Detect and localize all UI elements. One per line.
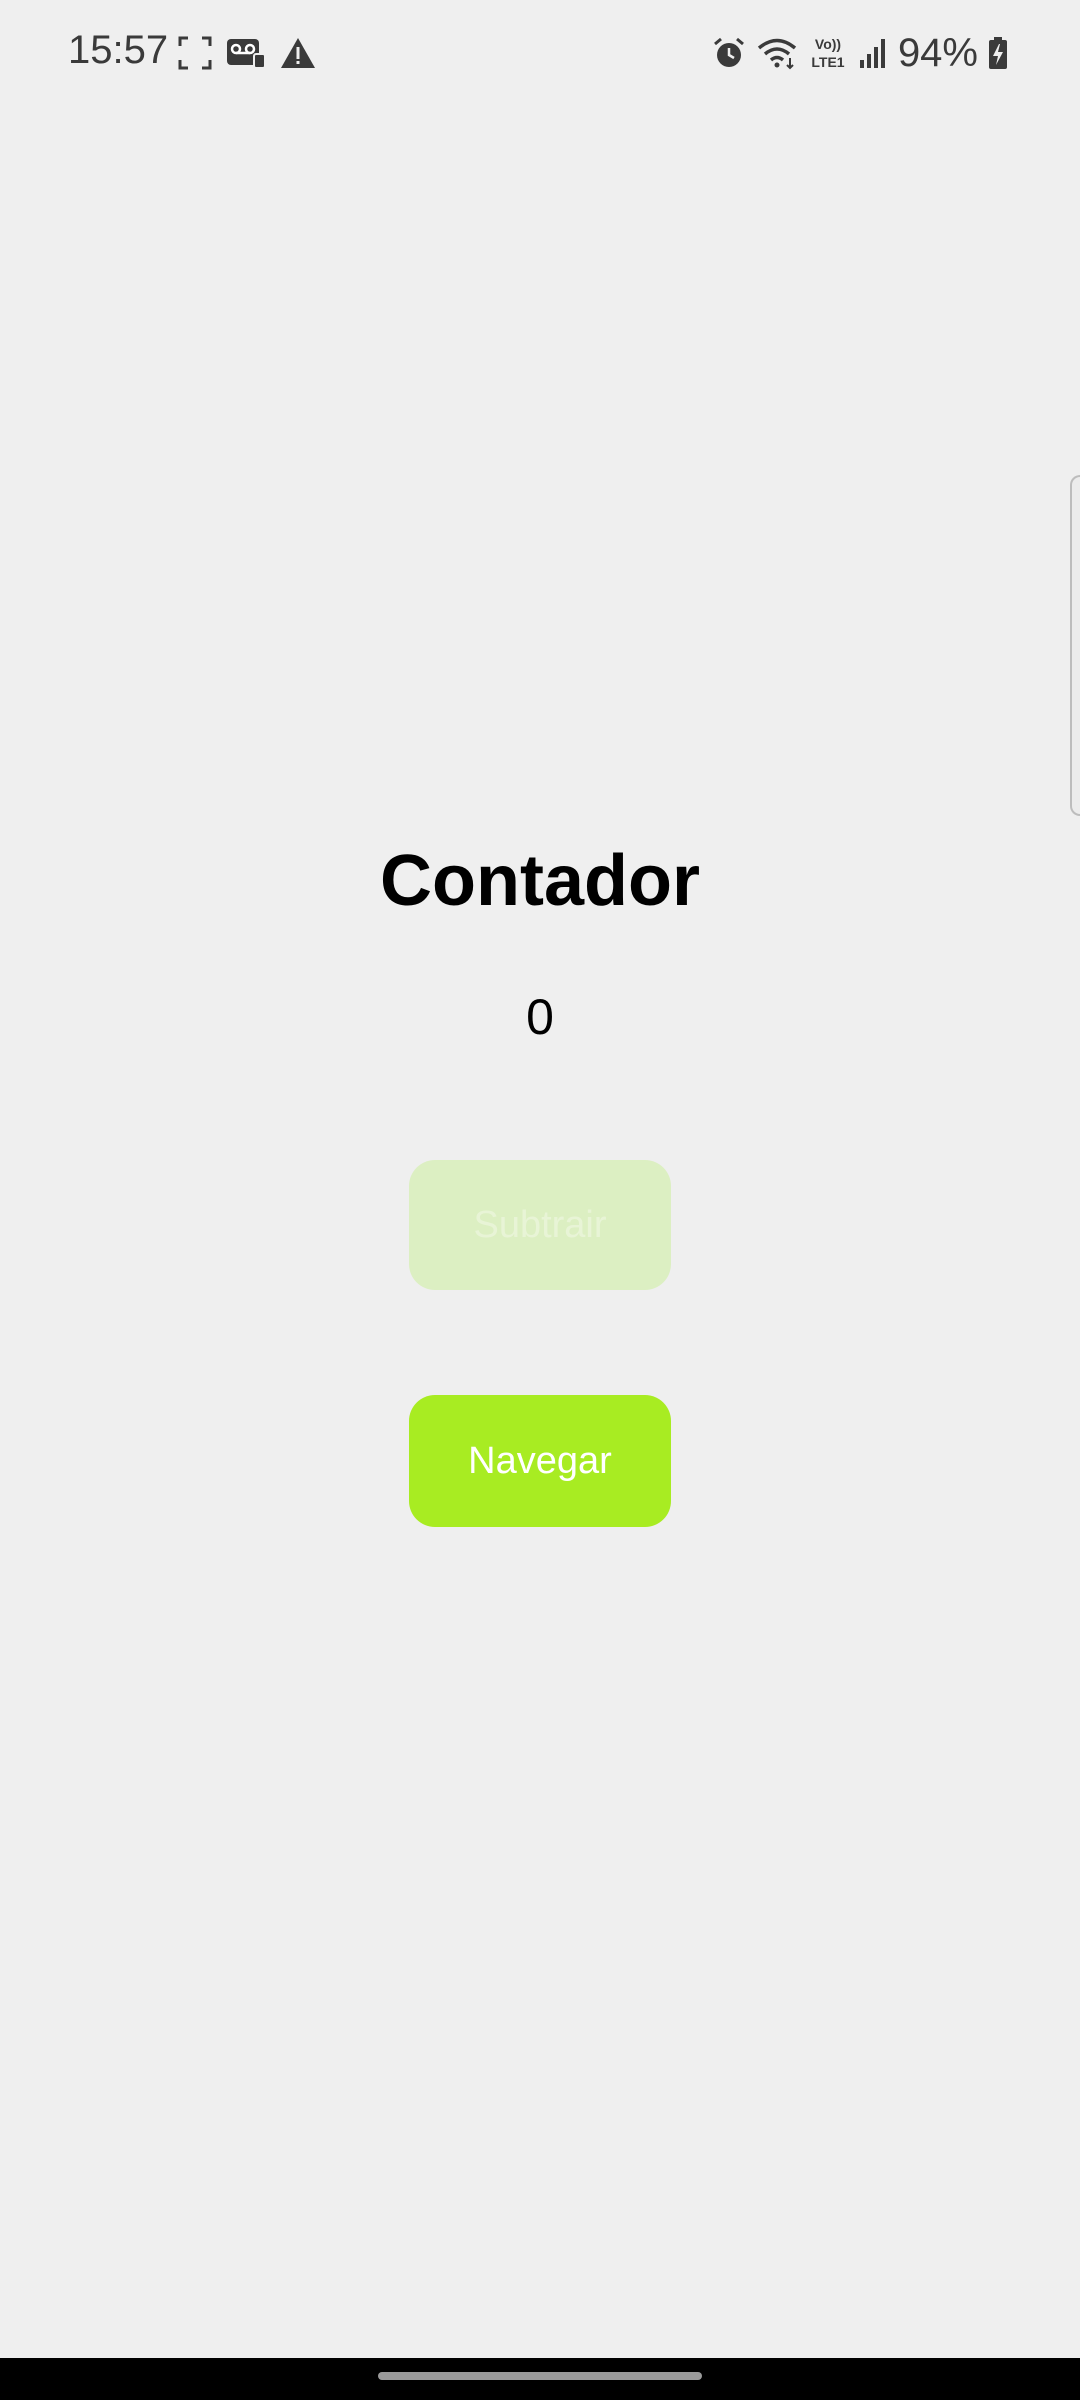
page-title: Contador <box>380 841 700 921</box>
voicemail-icon <box>226 36 266 70</box>
svg-text:Vo)): Vo)) <box>815 36 841 52</box>
status-time: 15:57 <box>68 28 169 72</box>
navigate-button[interactable]: Navegar <box>409 1395 671 1527</box>
status-right-icons: Vo)) LTE1 94% <box>712 28 1008 78</box>
counter-value: 0 <box>526 989 554 1045</box>
app-screen: 15:57 Vo)) LTE1 94% Contador 0 Subtrair … <box>0 0 1080 2400</box>
status-bar: 15:57 Vo)) LTE1 94% <box>0 0 1080 108</box>
alarm-icon <box>712 36 746 70</box>
status-left-icons <box>178 36 316 70</box>
signal-icon <box>858 36 888 70</box>
battery-charging-icon <box>988 36 1008 70</box>
home-gesture-handle[interactable] <box>378 2372 702 2380</box>
svg-text:LTE1: LTE1 <box>811 54 844 70</box>
volte-lte-icon: Vo)) LTE1 <box>808 34 848 72</box>
battery-percentage: 94% <box>897 30 978 75</box>
wifi-icon <box>756 36 798 70</box>
edge-panel-handle[interactable] <box>1070 475 1080 816</box>
warning-icon <box>280 36 316 70</box>
screenshot-frame-icon <box>178 36 212 70</box>
navigation-bar <box>0 2358 1080 2400</box>
subtract-button[interactable]: Subtrair <box>409 1160 671 1290</box>
